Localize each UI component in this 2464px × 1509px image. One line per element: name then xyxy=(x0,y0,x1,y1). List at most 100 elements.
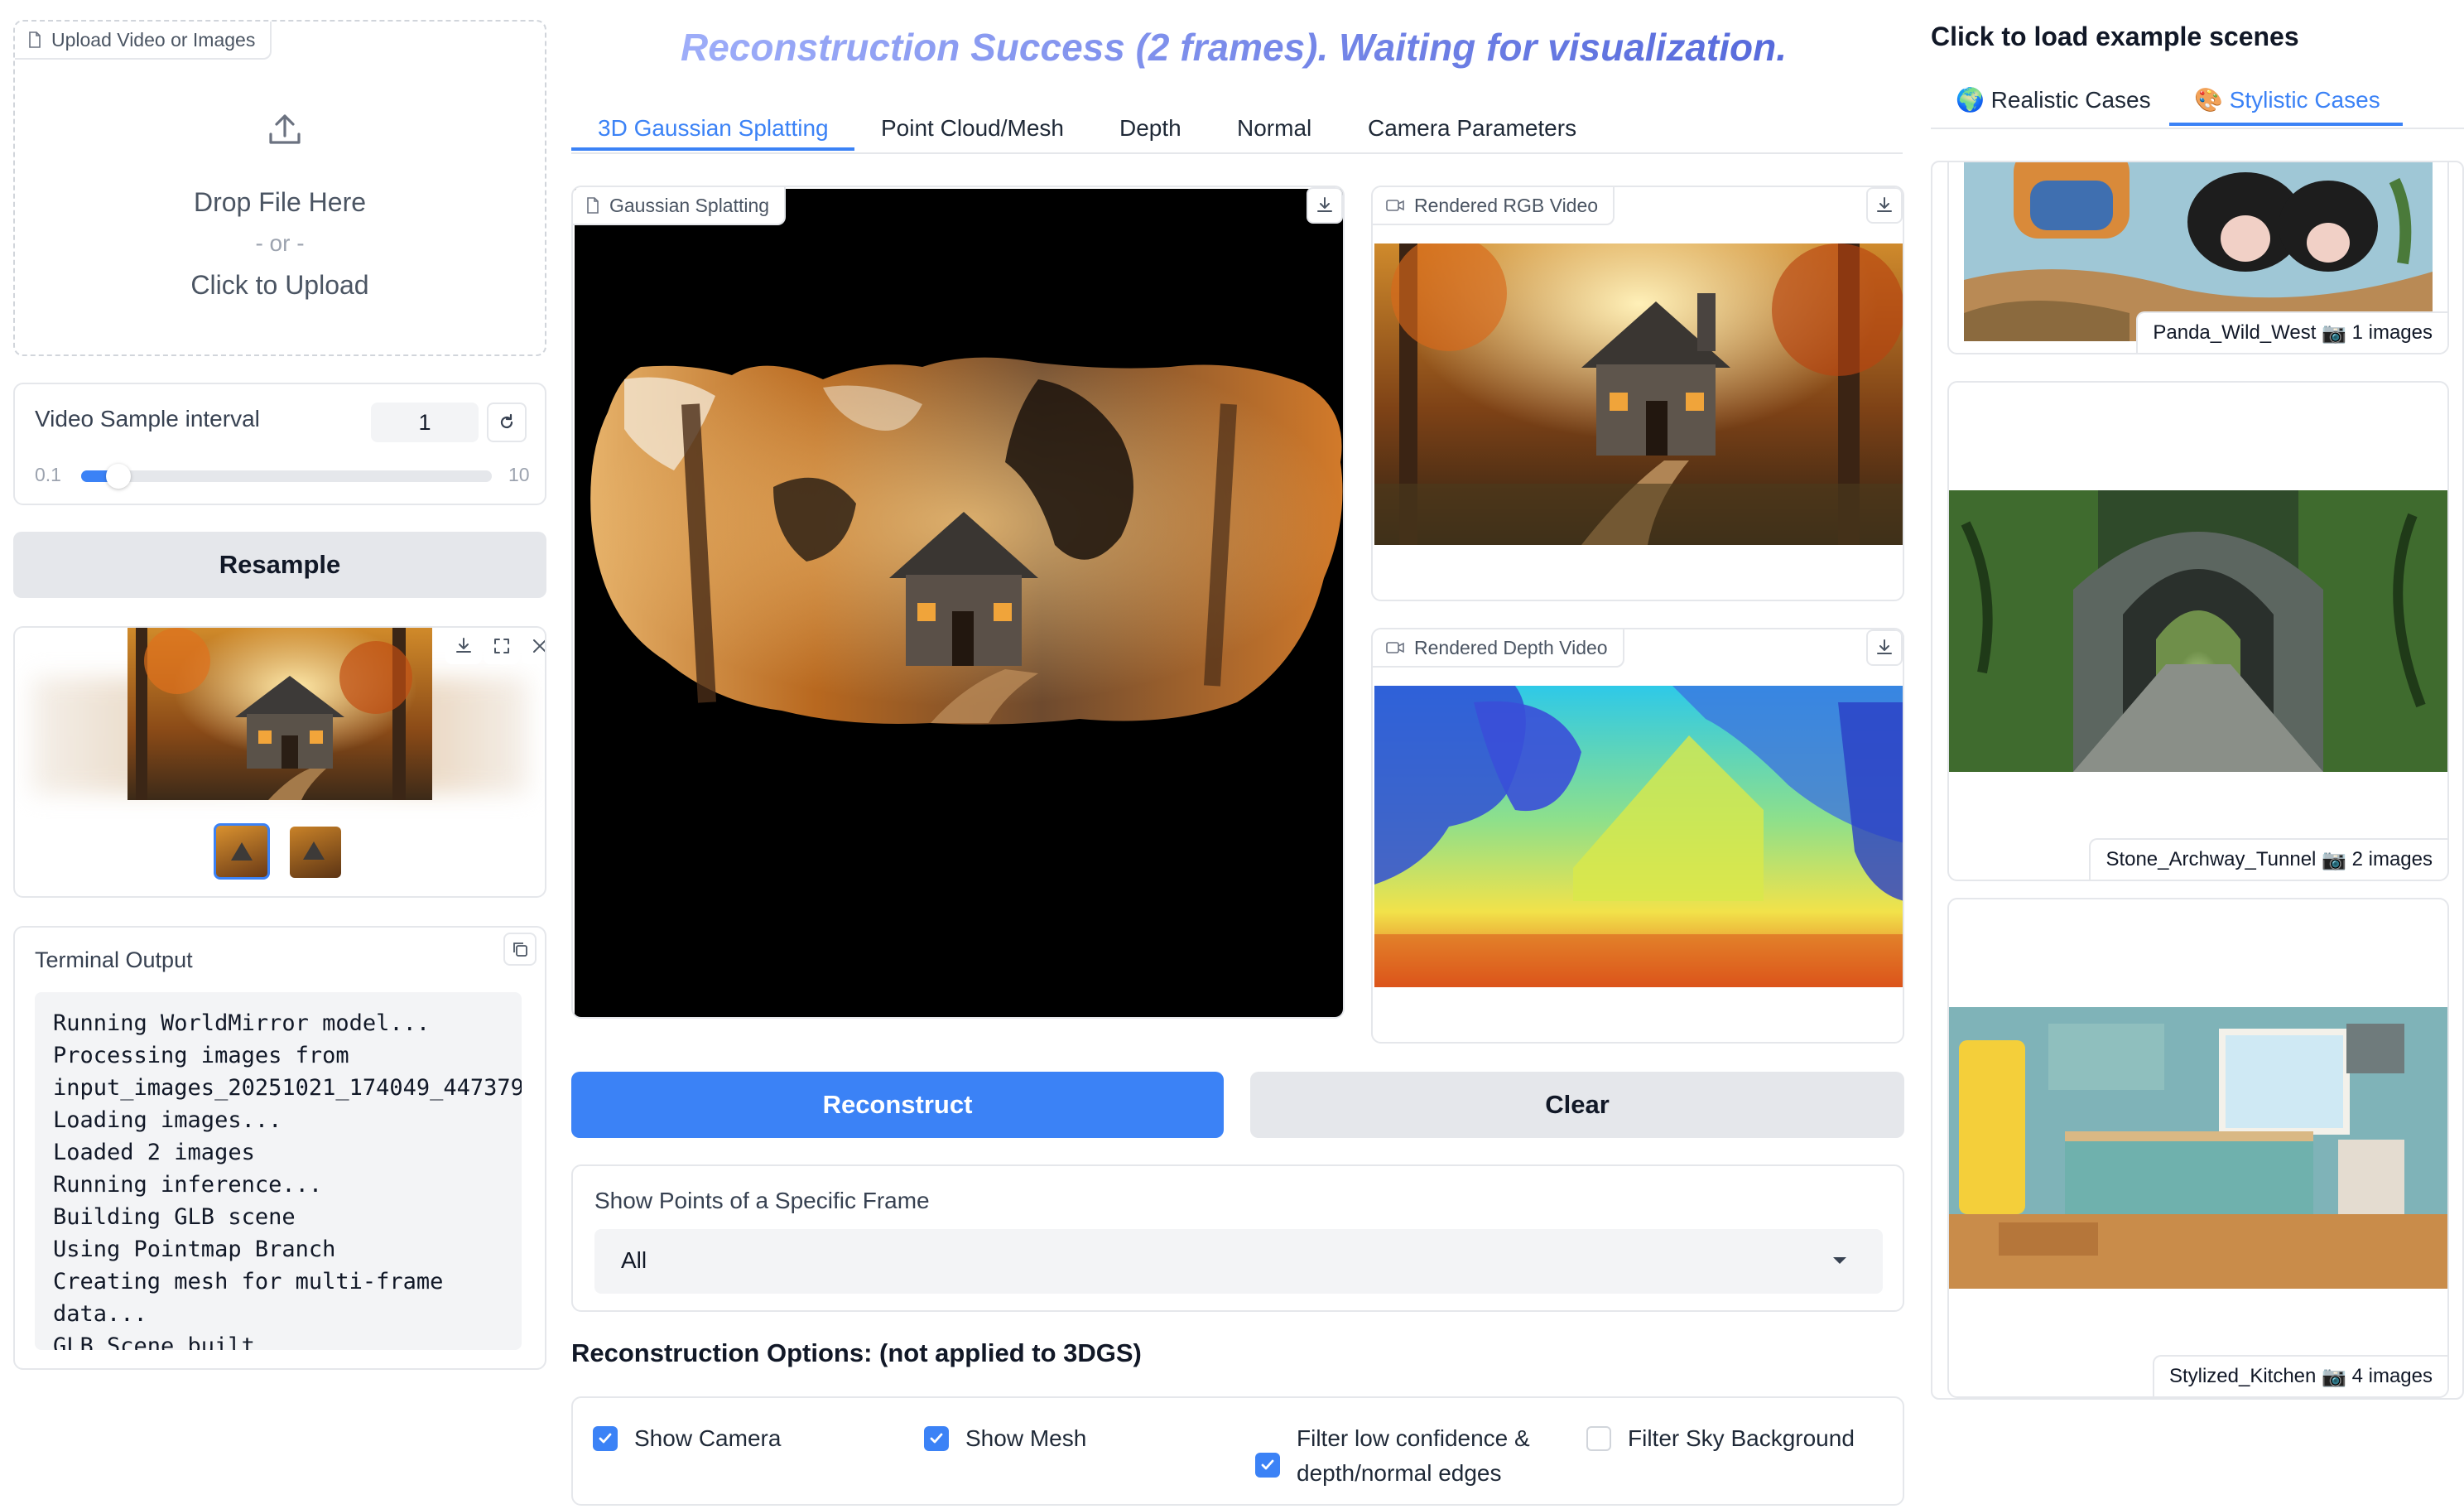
depth-video-frame[interactable] xyxy=(1374,686,1904,987)
tab-realistic-cases[interactable]: 🌍 Realistic Cases xyxy=(1956,86,2151,113)
file-icon xyxy=(29,31,41,48)
tab-point-cloud-mesh[interactable]: Point Cloud/Mesh xyxy=(881,108,1064,149)
terminal-output-panel: Terminal Output Running WorldMirror mode… xyxy=(13,926,546,1370)
terminal-body: Running WorldMirror model... Processing i… xyxy=(35,992,522,1350)
upload-tag: Upload Video or Images xyxy=(15,22,272,60)
gaussian-download-button[interactable] xyxy=(1307,187,1343,224)
view-tabs: 3D Gaussian Splatting Point Cloud/Mesh D… xyxy=(571,103,1903,154)
sample-interval-slider[interactable] xyxy=(81,464,492,489)
checkbox-checked-icon[interactable] xyxy=(593,1426,618,1451)
examples-heading: Click to load example scenes xyxy=(1931,22,2299,51)
scene-name: Stylized_Kitchen xyxy=(2168,1365,2317,1387)
checkbox-unchecked-icon[interactable] xyxy=(1586,1426,1611,1451)
checkbox-checked-icon[interactable] xyxy=(924,1426,949,1451)
scene-image-count: 4 images xyxy=(2351,1365,2433,1387)
terminal-line: Loaded 2 images xyxy=(53,1140,255,1165)
gallery-thumb-1[interactable] xyxy=(214,823,270,880)
option-label: Show Mesh xyxy=(965,1425,1087,1451)
frame-select-dropdown[interactable]: All xyxy=(594,1229,1883,1294)
gaussian-splatting-panel: Gaussian Splatting xyxy=(571,186,1345,1019)
checkbox-checked-icon[interactable] xyxy=(1255,1453,1280,1478)
rgb-video-panel: Rendered RGB Video xyxy=(1371,186,1904,601)
upload-tag-label: Upload Video or Images xyxy=(51,28,256,51)
file-icon xyxy=(587,197,599,214)
scene-caption: Stone_Archway_Tunnel 📷 2 images xyxy=(2089,838,2447,880)
terminal-line: Building GLB scene xyxy=(53,1204,296,1230)
video-icon xyxy=(1386,200,1404,211)
example-scene-stylized-kitchen[interactable]: Stylized_Kitchen 📷 4 images xyxy=(1947,898,2449,1398)
gaussian-splatting-tag: Gaussian Splatting xyxy=(573,187,787,225)
option-show-camera[interactable]: Show Camera xyxy=(593,1421,781,1456)
example-scene-panda-wild-west[interactable]: Panda_Wild_West 📷 1 images xyxy=(1947,162,2449,354)
scene-image-count: 1 images xyxy=(2351,321,2433,344)
rgb-video-tag: Rendered RGB Video xyxy=(1373,187,1615,225)
options-panel: Show Camera Show Mesh Filter low confide… xyxy=(571,1396,1904,1506)
terminal-line: input_images_20251021_174049_447379 xyxy=(53,1075,522,1101)
terminal-line: Processing images from xyxy=(53,1043,349,1068)
scene-caption: Panda_Wild_West 📷 1 images xyxy=(2136,311,2447,353)
scene-name: Stone_Archway_Tunnel xyxy=(2105,848,2317,870)
scene-image-count: 2 images xyxy=(2351,848,2433,870)
depth-video-label: Rendered Depth Video xyxy=(1414,636,1608,658)
sample-interval-input[interactable]: 1 xyxy=(371,403,479,442)
click-upload-text: Click to Upload xyxy=(190,270,369,300)
option-show-mesh[interactable]: Show Mesh xyxy=(924,1421,1086,1456)
copy-button[interactable] xyxy=(503,933,537,966)
clear-button[interactable]: Clear xyxy=(1250,1072,1904,1138)
reconstruct-button[interactable]: Reconstruct xyxy=(571,1072,1224,1138)
terminal-label: Terminal Output xyxy=(35,947,193,972)
options-heading: Reconstruction Options: (not applied to … xyxy=(571,1338,1142,1367)
upload-dropzone[interactable]: Upload Video or Images Drop File Here - … xyxy=(13,20,546,356)
tab-depth[interactable]: Depth xyxy=(1119,108,1181,149)
scene-thumbnail xyxy=(1949,1007,2447,1289)
download-icon xyxy=(1877,639,1892,654)
download-icon xyxy=(1317,197,1332,212)
terminal-line: GLB Scene built xyxy=(53,1333,255,1350)
rgb-download-button[interactable] xyxy=(1866,187,1903,224)
gallery-close-button[interactable] xyxy=(522,628,545,664)
copy-icon xyxy=(513,943,527,957)
gallery-thumb-2[interactable] xyxy=(290,827,341,878)
terminal-line: Running WorldMirror model... xyxy=(53,1010,431,1036)
slider-max-label: 10 xyxy=(508,464,530,485)
resample-button[interactable]: Resample xyxy=(13,532,546,598)
upload-icon xyxy=(269,114,301,144)
status-title: Reconstruction Success (2 frames). Waiti… xyxy=(571,25,1896,70)
slider-thumb[interactable] xyxy=(105,464,131,489)
reset-icon xyxy=(500,413,513,429)
depth-video-tag: Rendered Depth Video xyxy=(1373,629,1624,668)
gaussian-splatting-view[interactable] xyxy=(575,189,1345,1019)
example-scene-stone-archway-tunnel[interactable]: Stone_Archway_Tunnel 📷 2 images xyxy=(1947,381,2449,881)
active-tab-underline xyxy=(571,147,854,151)
camera-icon: 📷 xyxy=(2322,321,2346,345)
close-icon xyxy=(533,639,545,653)
download-icon xyxy=(1877,197,1892,212)
tab-camera-parameters[interactable]: Camera Parameters xyxy=(1368,108,1576,149)
gallery-download-button[interactable] xyxy=(445,628,482,664)
terminal-line: Using Pointmap Branch xyxy=(53,1237,336,1262)
option-filter-confidence[interactable]: Filter low confidence & depth/normal edg… xyxy=(1255,1421,1530,1491)
image-gallery xyxy=(13,626,546,898)
terminal-lines: Running WorldMirror model... Processing i… xyxy=(53,1007,522,1350)
scene-thumbnail xyxy=(1949,490,2447,772)
frame-select-label: Show Points of a Specific Frame xyxy=(594,1188,930,1213)
terminal-line: Creating mesh for multi-frame xyxy=(53,1269,444,1294)
depth-download-button[interactable] xyxy=(1866,629,1903,666)
slider-min-label: 0.1 xyxy=(35,464,61,485)
reset-button[interactable] xyxy=(487,403,527,442)
option-label: Filter low confidence & xyxy=(1297,1425,1530,1451)
tab-3d-gaussian-splatting[interactable]: 3D Gaussian Splatting xyxy=(598,108,829,149)
option-label: Filter Sky Background xyxy=(1628,1425,1855,1451)
gallery-fullscreen-button[interactable] xyxy=(484,628,520,664)
tab-stylistic-cases[interactable]: 🎨 Stylistic Cases xyxy=(2194,86,2380,113)
terminal-line: Running inference... xyxy=(53,1172,323,1198)
depth-video-panel: Rendered Depth Video xyxy=(1371,628,1904,1044)
terminal-line: Loading images... xyxy=(53,1107,282,1133)
option-label: Show Camera xyxy=(634,1425,782,1451)
rgb-video-frame[interactable] xyxy=(1374,243,1904,545)
examples-list: Panda_Wild_West 📷 1 images Stone_Archway… xyxy=(1931,161,2464,1400)
gaussian-splatting-label: Gaussian Splatting xyxy=(609,194,770,216)
option-filter-sky[interactable]: Filter Sky Background xyxy=(1586,1421,1855,1456)
sample-interval-panel: Video Sample interval 1 0.1 10 xyxy=(13,383,546,505)
tab-normal[interactable]: Normal xyxy=(1237,108,1311,149)
